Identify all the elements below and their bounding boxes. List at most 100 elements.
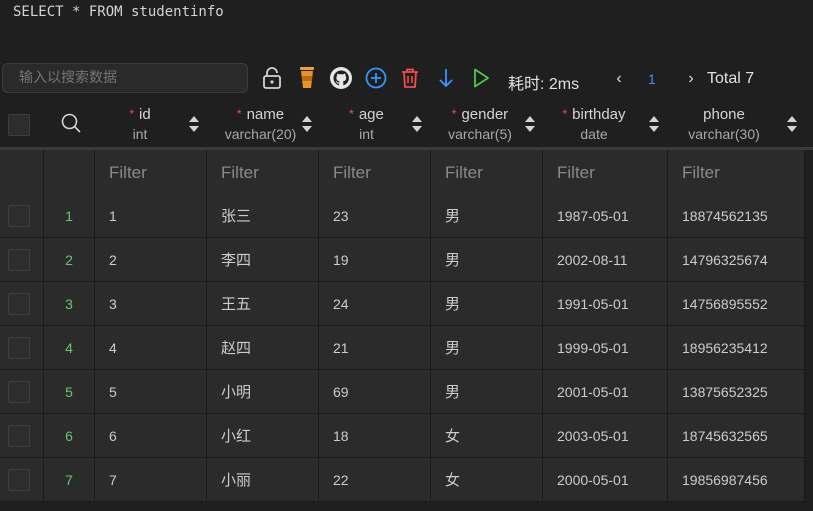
cell-phone[interactable]: 18956235412	[668, 326, 805, 370]
column-name-text: name	[246, 106, 285, 123]
cup-icon[interactable]	[295, 65, 319, 91]
sql-query-text[interactable]: SELECT * FROM studentinfo	[13, 4, 224, 20]
cell-id[interactable]: 7	[95, 458, 207, 502]
cell-id[interactable]: 6	[95, 414, 207, 458]
row-select-cell	[0, 370, 44, 414]
current-page[interactable]: 1	[648, 71, 656, 87]
cell-age[interactable]: 69	[319, 370, 431, 414]
filter-input-age[interactable]: Filter	[319, 150, 431, 195]
cell-id[interactable]: 5	[95, 370, 207, 414]
cell-id[interactable]: 3	[95, 282, 207, 326]
cell-phone[interactable]: 18745632565	[668, 414, 805, 458]
row-checkbox[interactable]	[8, 293, 30, 315]
row-checkbox[interactable]	[8, 425, 30, 447]
cell-name[interactable]: 王五	[207, 282, 319, 326]
column-name: * gender	[431, 106, 529, 123]
cell-name[interactable]: 小红	[207, 414, 319, 458]
cell-phone[interactable]: 14796325674	[668, 238, 805, 282]
column-header-3[interactable]: * gender varchar(5)	[431, 98, 529, 147]
row-select-cell	[0, 326, 44, 370]
cell-phone[interactable]: 13875652325	[668, 370, 805, 414]
next-page-button[interactable]: ›	[682, 68, 700, 90]
sort-icon[interactable]	[648, 115, 660, 133]
cell-age[interactable]: 19	[319, 238, 431, 282]
cell-birthday[interactable]: 1999-05-01	[543, 326, 668, 370]
filter-input-phone[interactable]: Filter	[668, 150, 805, 195]
play-icon[interactable]	[469, 65, 493, 91]
cell-birthday[interactable]: 2000-05-01	[543, 458, 668, 502]
sort-icon[interactable]	[411, 115, 423, 133]
cell-name[interactable]: 小明	[207, 370, 319, 414]
cell-birthday[interactable]: 2001-05-01	[543, 370, 668, 414]
cell-id[interactable]: 2	[95, 238, 207, 282]
sort-icon[interactable]	[188, 115, 200, 133]
github-icon[interactable]	[329, 65, 353, 91]
sort-icon[interactable]	[524, 115, 536, 133]
column-header-4[interactable]: * birthday date	[543, 98, 645, 147]
row-select-cell	[0, 194, 44, 238]
row-checkbox[interactable]	[8, 469, 30, 491]
row-checkbox[interactable]	[8, 205, 30, 227]
cell-gender[interactable]: 男	[431, 326, 543, 370]
search-input[interactable]	[2, 63, 248, 93]
column-header-2[interactable]: * age int	[319, 98, 414, 147]
table-row[interactable]: 6 6 小红 18 女 2003-05-01 18745632565	[0, 414, 805, 458]
table-row[interactable]: 4 4 赵四 21 男 1999-05-01 18956235412	[0, 326, 805, 370]
cell-id[interactable]: 1	[95, 194, 207, 238]
required-marker: *	[349, 107, 354, 121]
cell-gender[interactable]: 女	[431, 414, 543, 458]
cell-name[interactable]: 李四	[207, 238, 319, 282]
add-icon[interactable]	[364, 65, 388, 91]
cell-gender[interactable]: 男	[431, 282, 543, 326]
column-header-1[interactable]: * name varchar(20)	[207, 98, 314, 147]
cell-birthday[interactable]: 1987-05-01	[543, 194, 668, 238]
table-row[interactable]: 7 7 小丽 22 女 2000-05-01 19856987456	[0, 458, 805, 502]
cell-age[interactable]: 23	[319, 194, 431, 238]
cell-gender[interactable]: 男	[431, 194, 543, 238]
filter-input-gender[interactable]: Filter	[431, 150, 543, 195]
cell-name[interactable]: 小丽	[207, 458, 319, 502]
prev-page-button[interactable]: ‹	[610, 68, 628, 90]
cell-birthday[interactable]: 2002-08-11	[543, 238, 668, 282]
cell-gender[interactable]: 女	[431, 458, 543, 502]
cell-name[interactable]: 赵四	[207, 326, 319, 370]
row-select-cell	[0, 414, 44, 458]
table-row[interactable]: 5 5 小明 69 男 2001-05-01 13875652325	[0, 370, 805, 414]
filter-input-birthday[interactable]: Filter	[543, 150, 668, 195]
filter-input-id[interactable]: Filter	[95, 150, 207, 195]
row-checkbox[interactable]	[8, 249, 30, 271]
column-type: int	[359, 126, 374, 142]
filter-input-name[interactable]: Filter	[207, 150, 319, 195]
table-row[interactable]: 2 2 李四 19 男 2002-08-11 14796325674	[0, 238, 805, 282]
cell-gender[interactable]: 男	[431, 370, 543, 414]
cell-age[interactable]: 22	[319, 458, 431, 502]
table-row[interactable]: 1 1 张三 23 男 1987-05-01 18874562135	[0, 194, 805, 238]
column-header-5[interactable]: phone varchar(30)	[668, 98, 780, 147]
sort-icon[interactable]	[786, 115, 798, 133]
trash-icon[interactable]	[398, 65, 422, 91]
row-checkbox[interactable]	[8, 381, 30, 403]
cell-phone[interactable]: 18874562135	[668, 194, 805, 238]
select-all-checkbox[interactable]	[8, 114, 30, 136]
cell-id[interactable]: 4	[95, 326, 207, 370]
row-checkbox[interactable]	[8, 337, 30, 359]
column-header-0[interactable]: * id int	[95, 98, 185, 147]
cell-gender[interactable]: 男	[431, 238, 543, 282]
row-number: 1	[44, 194, 95, 238]
cell-age[interactable]: 21	[319, 326, 431, 370]
cell-phone[interactable]: 19856987456	[668, 458, 805, 502]
cell-age[interactable]: 24	[319, 282, 431, 326]
cell-phone[interactable]: 14756895552	[668, 282, 805, 326]
unlock-icon[interactable]	[260, 65, 284, 91]
table-row[interactable]: 3 3 王五 24 男 1991-05-01 14756895552	[0, 282, 805, 326]
cell-age[interactable]: 18	[319, 414, 431, 458]
column-name: phone	[668, 106, 780, 123]
search-icon[interactable]	[59, 110, 83, 136]
row-number: 6	[44, 414, 95, 458]
cell-birthday[interactable]: 2003-05-01	[543, 414, 668, 458]
column-type: varchar(20)	[224, 126, 297, 142]
arrow-down-icon[interactable]	[434, 65, 458, 91]
sort-icon[interactable]	[301, 115, 313, 133]
cell-name[interactable]: 张三	[207, 194, 319, 238]
cell-birthday[interactable]: 1991-05-01	[543, 282, 668, 326]
